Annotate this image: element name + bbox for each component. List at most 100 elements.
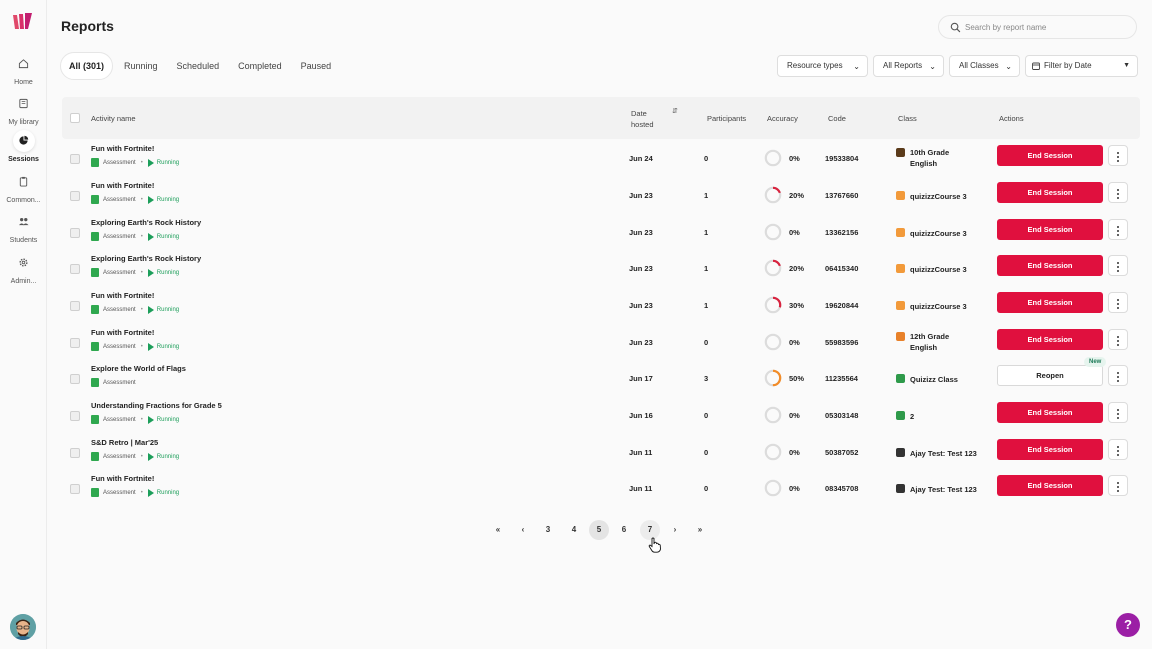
row-checkbox[interactable] xyxy=(70,484,80,494)
table-row[interactable]: Fun with Fortnite! Assessment • Running Jun … xyxy=(62,288,1140,324)
avatar-face-icon xyxy=(10,614,36,640)
page-button[interactable]: 6 xyxy=(614,520,634,540)
table-row[interactable]: Fun with Fortnite! Assessment • Running Jun … xyxy=(62,471,1140,507)
running-icon xyxy=(147,488,154,497)
activity-meta: Assessment • Running xyxy=(91,415,179,424)
table-row[interactable]: Fun with Fortnite! Assessment • Running Jun … xyxy=(62,325,1140,361)
end-session-button[interactable]: End Session xyxy=(997,219,1103,240)
tab-completed[interactable]: Completed xyxy=(230,52,290,80)
accuracy-value: 0% xyxy=(789,448,800,457)
activity-name[interactable]: Explore the World of Flags xyxy=(91,364,186,373)
row-checkbox[interactable] xyxy=(70,448,80,458)
end-session-button[interactable]: End Session xyxy=(997,255,1103,276)
row-checkbox[interactable] xyxy=(70,264,80,274)
sidebar-item-label: Common... xyxy=(6,197,41,204)
more-options-icon[interactable] xyxy=(1108,182,1128,203)
resource-types-filter[interactable]: Resource types ⌄ xyxy=(777,55,868,77)
activity-name[interactable]: S&D Retro | Mar'25 xyxy=(91,438,158,447)
activity-name[interactable]: Fun with Fortnite! xyxy=(91,144,154,153)
status-label: Running xyxy=(156,489,180,496)
row-checkbox[interactable] xyxy=(70,374,80,384)
table-row[interactable]: Fun with Fortnite! Assessment • Running Jun … xyxy=(62,141,1140,177)
table-row[interactable]: Exploring Earth's Rock History Assessment… xyxy=(62,215,1140,251)
tab-paused[interactable]: Paused xyxy=(293,52,340,80)
all-reports-filter[interactable]: All Reports ⌄ xyxy=(873,55,944,77)
activity-name[interactable]: Understanding Fractions for Grade 5 xyxy=(91,401,222,410)
table-row[interactable]: Exploring Earth's Rock History Assessment… xyxy=(62,251,1140,287)
select-all-checkbox[interactable] xyxy=(70,113,80,123)
accuracy-ring xyxy=(764,333,782,351)
page-button[interactable]: 4 xyxy=(564,520,584,540)
sidebar-item-label: My library xyxy=(8,119,39,126)
activity-name[interactable]: Fun with Fortnite! xyxy=(91,474,154,483)
date-hosted-header[interactable]: Date hosted xyxy=(631,108,663,130)
sort-icon[interactable]: ⇵ xyxy=(672,107,678,115)
sidebar-item-sessions[interactable]: Sessions xyxy=(0,130,47,163)
sessions-icon xyxy=(12,130,35,152)
sidebar-item-admin[interactable]: Admin... xyxy=(0,252,47,285)
sidebar-item-students[interactable]: Students xyxy=(0,211,47,244)
activity-name[interactable]: Fun with Fortnite! xyxy=(91,328,154,337)
sidebar-item-library[interactable]: My library xyxy=(0,93,47,126)
next-page-icon[interactable]: › xyxy=(665,520,685,540)
more-options-icon[interactable] xyxy=(1108,255,1128,276)
calendar-icon xyxy=(1032,62,1040,70)
end-session-button[interactable]: End Session xyxy=(997,402,1103,423)
end-session-button[interactable]: End Session xyxy=(997,182,1103,203)
row-checkbox[interactable] xyxy=(70,301,80,311)
class-label: Ajay Test: Test 123 xyxy=(910,485,977,494)
search-input[interactable] xyxy=(965,19,1130,35)
table-row[interactable]: Fun with Fortnite! Assessment • Running Jun … xyxy=(62,178,1140,214)
table-row[interactable]: Understanding Fractions for Grade 5 Asses… xyxy=(62,398,1140,434)
date-filter[interactable]: Filter by Date ▼ xyxy=(1025,55,1138,77)
reopen-button[interactable]: Reopen xyxy=(997,365,1103,386)
all-classes-filter[interactable]: All Classes ⌄ xyxy=(949,55,1020,77)
date-hosted: Jun 16 xyxy=(629,411,653,420)
end-session-button[interactable]: End Session xyxy=(997,439,1103,460)
activity-name[interactable]: Exploring Earth's Rock History xyxy=(91,254,201,263)
end-session-button[interactable]: End Session xyxy=(997,292,1103,313)
activity-name[interactable]: Fun with Fortnite! xyxy=(91,181,154,190)
row-checkbox[interactable] xyxy=(70,154,80,164)
page-button-current[interactable]: 5 xyxy=(589,520,609,540)
row-checkbox[interactable] xyxy=(70,411,80,421)
last-page-icon[interactable]: » xyxy=(690,520,710,540)
tab-running[interactable]: Running xyxy=(116,52,166,80)
more-options-icon[interactable] xyxy=(1108,145,1128,166)
end-session-button[interactable]: End Session xyxy=(997,329,1103,350)
accuracy-ring xyxy=(764,149,782,167)
accuracy-value: 30% xyxy=(789,301,805,310)
search-box[interactable] xyxy=(938,15,1137,39)
avatar[interactable] xyxy=(10,614,36,640)
activity-meta: Assessment • Running xyxy=(91,268,179,277)
activity-name[interactable]: Exploring Earth's Rock History xyxy=(91,218,201,227)
prev-page-icon[interactable]: ‹ xyxy=(513,520,533,540)
separator-dot: • xyxy=(140,196,143,203)
activity-name[interactable]: Fun with Fortnite! xyxy=(91,291,154,300)
more-options-icon[interactable] xyxy=(1108,329,1128,350)
row-checkbox[interactable] xyxy=(70,228,80,238)
row-checkbox[interactable] xyxy=(70,191,80,201)
more-options-icon[interactable] xyxy=(1108,475,1128,496)
sidebar-item-common[interactable]: Common... xyxy=(0,171,47,204)
more-options-icon[interactable] xyxy=(1108,439,1128,460)
more-options-icon[interactable] xyxy=(1108,365,1128,386)
more-options-icon[interactable] xyxy=(1108,292,1128,313)
first-page-icon[interactable]: « xyxy=(488,520,508,540)
logo-icon[interactable] xyxy=(12,13,34,31)
sidebar-item-home[interactable]: Home xyxy=(0,53,47,86)
tab-scheduled[interactable]: Scheduled xyxy=(169,52,228,80)
class-label: quizizzCourse 3 xyxy=(910,192,967,201)
help-button[interactable]: ? xyxy=(1116,613,1140,637)
table-row[interactable]: S&D Retro | Mar'25 Assessment • Running Jun … xyxy=(62,435,1140,471)
tab-all[interactable]: All (301) xyxy=(60,52,114,80)
code-header: Code xyxy=(828,114,846,123)
class-name: 12th Grade English xyxy=(896,331,960,353)
end-session-button[interactable]: End Session xyxy=(997,145,1103,166)
more-options-icon[interactable] xyxy=(1108,402,1128,423)
table-row[interactable]: Explore the World of Flags Assessment Jun … xyxy=(62,357,1140,397)
end-session-button[interactable]: End Session xyxy=(997,475,1103,496)
more-options-icon[interactable] xyxy=(1108,219,1128,240)
page-button[interactable]: 3 xyxy=(538,520,558,540)
row-checkbox[interactable] xyxy=(70,338,80,348)
